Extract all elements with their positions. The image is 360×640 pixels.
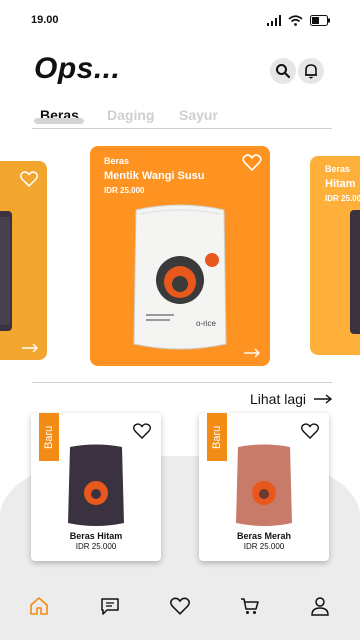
card-category: Beras bbox=[325, 164, 351, 174]
bell-icon bbox=[305, 64, 317, 79]
card-price: IDR 25.000 bbox=[325, 194, 360, 203]
status-icons bbox=[267, 15, 330, 26]
wifi-icon bbox=[288, 15, 303, 26]
product-card[interactable]: Baru Beras Merah IDR 25.000 bbox=[199, 413, 329, 561]
rice-bag-image bbox=[236, 444, 292, 526]
heart-icon[interactable] bbox=[242, 154, 262, 171]
profile-icon bbox=[311, 597, 329, 616]
nav-home[interactable] bbox=[27, 594, 51, 618]
see-more-label: Lihat lagi bbox=[250, 391, 307, 407]
search-icon bbox=[276, 64, 291, 79]
tab-daging[interactable]: Daging bbox=[107, 107, 154, 123]
cart-icon bbox=[241, 598, 259, 614]
new-badge: Baru bbox=[207, 413, 227, 461]
rice-bag-image bbox=[350, 210, 360, 334]
arrow-right-icon[interactable] bbox=[244, 348, 260, 358]
product-card[interactable]: Baru Beras Hitam IDR 25.000 bbox=[31, 413, 161, 561]
rice-bag-image bbox=[0, 211, 12, 331]
battery-icon bbox=[310, 15, 330, 26]
heart-icon[interactable] bbox=[301, 423, 319, 439]
tabs-divider bbox=[32, 128, 332, 129]
tab-indicator bbox=[34, 118, 84, 124]
rice-bag-image: o-rice bbox=[133, 204, 227, 350]
status-bar: 19.00 bbox=[0, 0, 360, 40]
rice-bag-image bbox=[68, 444, 124, 526]
card-price: IDR 25.000 bbox=[104, 186, 145, 195]
arrow-right-icon bbox=[314, 394, 333, 404]
carousel-card-right[interactable]: Beras Hitam IDR 25.000 bbox=[310, 156, 360, 355]
chat-icon bbox=[101, 598, 119, 615]
home-icon bbox=[30, 597, 48, 615]
carousel-card-left[interactable] bbox=[0, 161, 47, 360]
section-divider bbox=[32, 382, 332, 383]
tab-sayur[interactable]: Sayur bbox=[179, 107, 218, 123]
heart-icon[interactable] bbox=[20, 171, 38, 187]
carousel-card-featured[interactable]: Beras Mentik Wangi Susu IDR 25.000 o-ric… bbox=[90, 146, 270, 366]
arrow-right-icon[interactable] bbox=[22, 343, 38, 353]
signal-icon bbox=[267, 15, 281, 26]
page-title: Ops... bbox=[34, 52, 121, 85]
product-name: Beras Merah bbox=[236, 531, 292, 541]
status-time: 19.00 bbox=[31, 14, 59, 26]
bag-brand: o-rice bbox=[196, 319, 217, 328]
search-button[interactable] bbox=[270, 58, 296, 84]
nav-chat[interactable] bbox=[98, 594, 122, 618]
product-price: IDR 25.000 bbox=[243, 542, 285, 551]
card-category: Beras bbox=[104, 156, 130, 166]
nav-cart[interactable] bbox=[238, 594, 262, 618]
heart-icon bbox=[170, 597, 190, 615]
heart-icon[interactable] bbox=[133, 423, 151, 439]
notification-button[interactable] bbox=[298, 58, 324, 84]
see-more-link[interactable]: Lihat lagi bbox=[250, 391, 333, 407]
product-name: Beras Hitam bbox=[69, 531, 123, 541]
nav-profile[interactable] bbox=[308, 594, 332, 618]
nav-favorites[interactable] bbox=[168, 594, 192, 618]
card-product-name: Hitam bbox=[325, 178, 356, 190]
bottom-nav bbox=[0, 580, 360, 640]
new-badge: Baru bbox=[39, 413, 59, 461]
card-product-name: Mentik Wangi Susu bbox=[104, 170, 205, 182]
product-price: IDR 25.000 bbox=[75, 542, 117, 551]
